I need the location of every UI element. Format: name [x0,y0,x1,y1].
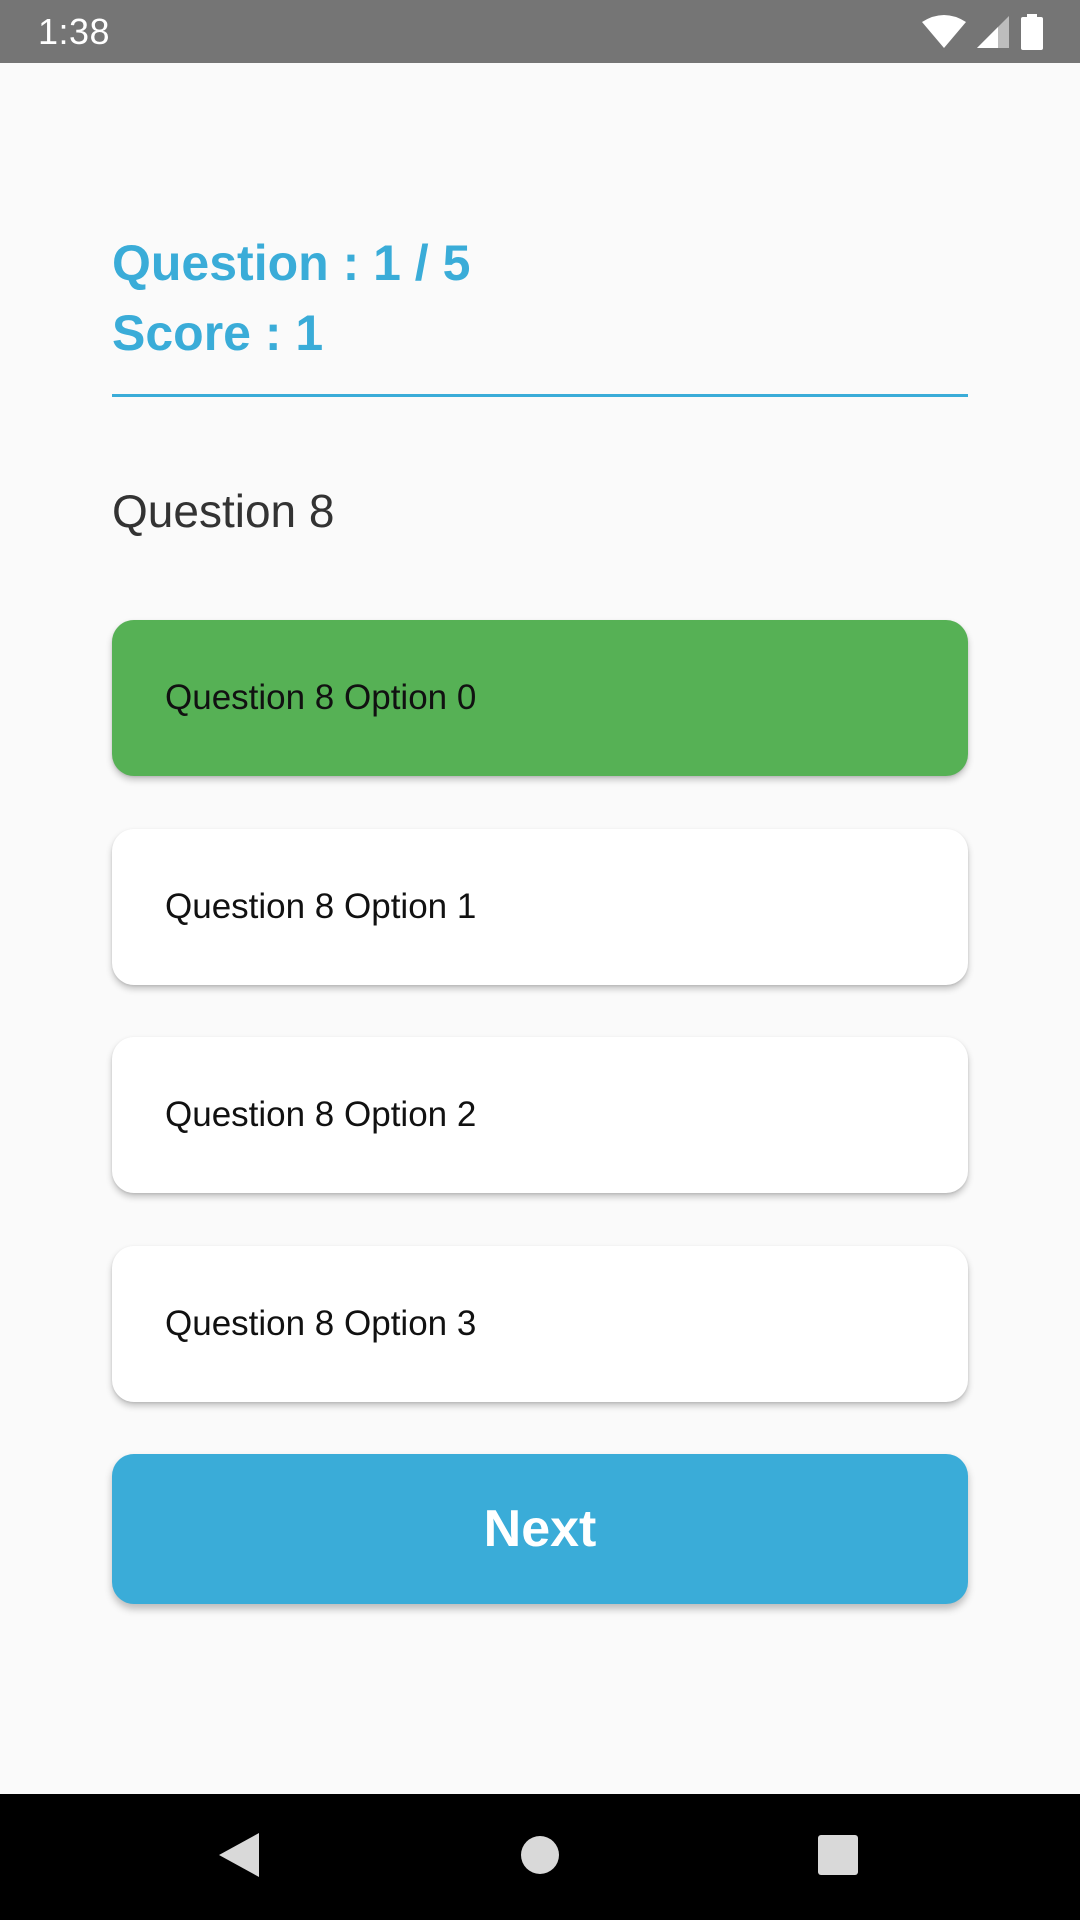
quiz-header: Question : 1 / 5 Score : 1 [112,228,968,368]
navigation-bar [0,1794,1080,1920]
score-label: Score : 1 [112,305,324,361]
option-label: Question 8 Option 0 [165,678,477,717]
option-2[interactable]: Question 8 Option 2 [112,1037,968,1193]
next-button-label: Next [483,1500,597,1558]
status-icons [922,0,1044,63]
wifi-icon [922,14,966,49]
option-3[interactable]: Question 8 Option 3 [112,1246,968,1402]
option-label: Question 8 Option 1 [165,887,477,926]
option-1[interactable]: Question 8 Option 1 [112,829,968,985]
option-label: Question 8 Option 2 [165,1095,477,1134]
option-label: Question 8 Option 3 [165,1304,477,1343]
header-divider [112,394,968,397]
status-bar: 1:38 [0,0,1080,63]
battery-icon [1020,13,1044,50]
next-button[interactable]: Next [112,1454,968,1604]
question-progress: Question : 1 / 5 [112,235,471,291]
back-icon [217,1831,261,1884]
home-button[interactable] [480,1794,600,1920]
recents-button[interactable] [778,1794,898,1920]
question-text: Question 8 [112,485,335,537]
back-button[interactable] [179,1794,299,1920]
signal-icon [976,15,1010,49]
option-0[interactable]: Question 8 Option 0 [112,620,968,776]
home-icon [520,1835,560,1880]
status-time: 1:38 [38,11,111,52]
recents-icon [818,1834,858,1880]
